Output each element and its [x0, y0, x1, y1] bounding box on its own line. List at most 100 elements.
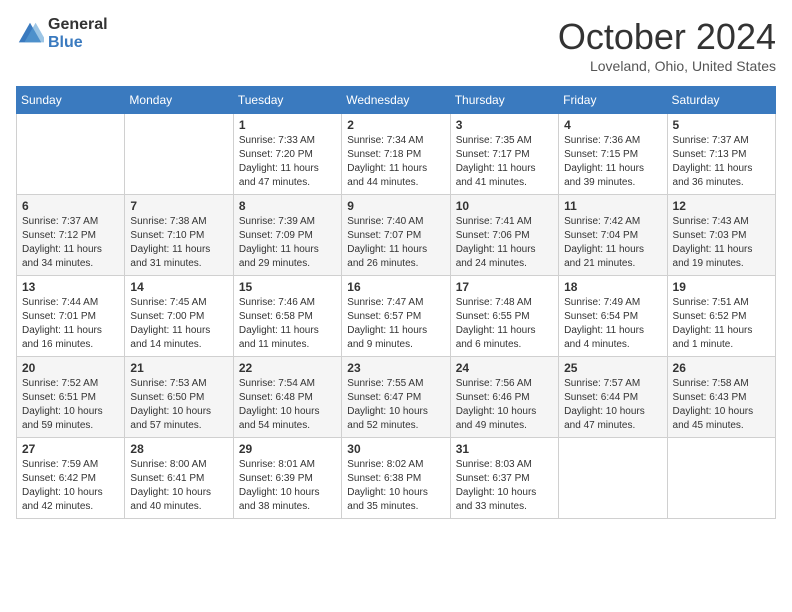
calendar-week-2: 6Sunrise: 7:37 AM Sunset: 7:12 PM Daylig…	[17, 195, 776, 276]
day-info: Sunrise: 7:37 AM Sunset: 7:12 PM Dayligh…	[22, 215, 119, 271]
day-info: Sunrise: 7:48 AM Sunset: 6:55 PM Dayligh…	[456, 296, 553, 352]
day-info: Sunrise: 8:02 AM Sunset: 6:38 PM Dayligh…	[347, 458, 444, 514]
calendar-cell: 16 Sunrise: 7:47 AM Sunset: 6:57 PM Dayli…	[342, 276, 450, 357]
day-info: Sunrise: 7:53 AM Sunset: 6:50 PM Dayligh…	[130, 377, 227, 433]
day-number: 30	[347, 442, 444, 456]
calendar-cell	[17, 114, 125, 195]
day-header-wednesday: Wednesday	[342, 87, 450, 114]
calendar-cell: 14Sunrise: 7:45 AM Sunset: 7:00 PM Dayli…	[125, 276, 233, 357]
calendar-week-5: 27Sunrise: 7:59 AM Sunset: 6:42 PM Dayli…	[17, 438, 776, 519]
calendar-cell: 31 Sunrise: 8:03 AM Sunset: 6:37 PM Dayli…	[450, 438, 558, 519]
calendar-cell: 13 Sunrise: 7:44 AM Sunset: 7:01 PM Dayli…	[17, 276, 125, 357]
day-info: Sunrise: 8:00 AM Sunset: 6:41 PM Dayligh…	[130, 458, 227, 514]
day-number: 19	[673, 280, 770, 294]
calendar-cell: 11Sunrise: 7:42 AM Sunset: 7:04 PM Dayli…	[559, 195, 667, 276]
day-info: Sunrise: 7:58 AM Sunset: 6:43 PM Dayligh…	[673, 377, 770, 433]
calendar-cell: 20Sunrise: 7:52 AM Sunset: 6:51 PM Dayli…	[17, 357, 125, 438]
day-number: 4	[564, 118, 661, 132]
day-number: 29	[239, 442, 336, 456]
logo-icon	[16, 20, 44, 48]
day-number: 7	[130, 199, 227, 213]
calendar-cell: 15 Sunrise: 7:46 AM Sunset: 6:58 PM Dayli…	[233, 276, 341, 357]
day-info: Sunrise: 7:59 AM Sunset: 6:42 PM Dayligh…	[22, 458, 119, 514]
day-info: Sunrise: 7:57 AM Sunset: 6:44 PM Dayligh…	[564, 377, 661, 433]
page-header: General Blue October 2024 Loveland, Ohio…	[16, 16, 776, 74]
day-number: 3	[456, 118, 553, 132]
calendar-week-1: 1 Sunrise: 7:33 AM Sunset: 7:20 PM Daylig…	[17, 114, 776, 195]
day-number: 10	[456, 199, 553, 213]
day-info: Sunrise: 7:49 AM Sunset: 6:54 PM Dayligh…	[564, 296, 661, 352]
day-number: 28	[130, 442, 227, 456]
day-number: 18	[564, 280, 661, 294]
calendar-cell: 27Sunrise: 7:59 AM Sunset: 6:42 PM Dayli…	[17, 438, 125, 519]
day-number: 25	[564, 361, 661, 375]
calendar-week-3: 13 Sunrise: 7:44 AM Sunset: 7:01 PM Dayli…	[17, 276, 776, 357]
day-number: 23	[347, 361, 444, 375]
calendar-cell: 30 Sunrise: 8:02 AM Sunset: 6:38 PM Dayli…	[342, 438, 450, 519]
day-number: 15	[239, 280, 336, 294]
calendar-cell: 4 Sunrise: 7:36 AM Sunset: 7:15 PM Daylig…	[559, 114, 667, 195]
calendar-cell: 8 Sunrise: 7:39 AM Sunset: 7:09 PM Daylig…	[233, 195, 341, 276]
day-info: Sunrise: 7:56 AM Sunset: 6:46 PM Dayligh…	[456, 377, 553, 433]
calendar-cell: 19 Sunrise: 7:51 AM Sunset: 6:52 PM Dayli…	[667, 276, 775, 357]
calendar-cell: 3 Sunrise: 7:35 AM Sunset: 7:17 PM Daylig…	[450, 114, 558, 195]
day-number: 16	[347, 280, 444, 294]
day-info: Sunrise: 7:55 AM Sunset: 6:47 PM Dayligh…	[347, 377, 444, 433]
logo-blue-text: Blue	[48, 34, 108, 52]
calendar-cell: 24 Sunrise: 7:56 AM Sunset: 6:46 PM Dayli…	[450, 357, 558, 438]
day-info: Sunrise: 7:33 AM Sunset: 7:20 PM Dayligh…	[239, 134, 336, 190]
calendar-cell: 28 Sunrise: 8:00 AM Sunset: 6:41 PM Dayli…	[125, 438, 233, 519]
calendar-cell: 1 Sunrise: 7:33 AM Sunset: 7:20 PM Daylig…	[233, 114, 341, 195]
day-info: Sunrise: 8:03 AM Sunset: 6:37 PM Dayligh…	[456, 458, 553, 514]
calendar-cell	[125, 114, 233, 195]
day-number: 8	[239, 199, 336, 213]
day-number: 2	[347, 118, 444, 132]
day-info: Sunrise: 7:34 AM Sunset: 7:18 PM Dayligh…	[347, 134, 444, 190]
day-number: 1	[239, 118, 336, 132]
calendar-cell: 7 Sunrise: 7:38 AM Sunset: 7:10 PM Daylig…	[125, 195, 233, 276]
calendar-cell: 22Sunrise: 7:54 AM Sunset: 6:48 PM Dayli…	[233, 357, 341, 438]
day-number: 14	[130, 280, 227, 294]
day-number: 5	[673, 118, 770, 132]
day-number: 17	[456, 280, 553, 294]
day-header-saturday: Saturday	[667, 87, 775, 114]
day-info: Sunrise: 7:36 AM Sunset: 7:15 PM Dayligh…	[564, 134, 661, 190]
day-number: 31	[456, 442, 553, 456]
day-info: Sunrise: 7:40 AM Sunset: 7:07 PM Dayligh…	[347, 215, 444, 271]
day-header-thursday: Thursday	[450, 87, 558, 114]
calendar-cell	[559, 438, 667, 519]
day-number: 9	[347, 199, 444, 213]
day-number: 22	[239, 361, 336, 375]
calendar-cell: 18 Sunrise: 7:49 AM Sunset: 6:54 PM Dayli…	[559, 276, 667, 357]
day-info: Sunrise: 7:47 AM Sunset: 6:57 PM Dayligh…	[347, 296, 444, 352]
calendar-cell: 2 Sunrise: 7:34 AM Sunset: 7:18 PM Daylig…	[342, 114, 450, 195]
calendar-week-4: 20Sunrise: 7:52 AM Sunset: 6:51 PM Dayli…	[17, 357, 776, 438]
title-block: October 2024 Loveland, Ohio, United Stat…	[558, 16, 776, 74]
day-info: Sunrise: 7:46 AM Sunset: 6:58 PM Dayligh…	[239, 296, 336, 352]
calendar-cell: 10 Sunrise: 7:41 AM Sunset: 7:06 PM Dayli…	[450, 195, 558, 276]
day-info: Sunrise: 8:01 AM Sunset: 6:39 PM Dayligh…	[239, 458, 336, 514]
calendar-cell: 12 Sunrise: 7:43 AM Sunset: 7:03 PM Dayli…	[667, 195, 775, 276]
calendar-cell: 17 Sunrise: 7:48 AM Sunset: 6:55 PM Dayli…	[450, 276, 558, 357]
day-header-monday: Monday	[125, 87, 233, 114]
day-number: 24	[456, 361, 553, 375]
day-header-tuesday: Tuesday	[233, 87, 341, 114]
day-header-friday: Friday	[559, 87, 667, 114]
calendar-cell	[667, 438, 775, 519]
calendar-cell: 21Sunrise: 7:53 AM Sunset: 6:50 PM Dayli…	[125, 357, 233, 438]
day-info: Sunrise: 7:42 AM Sunset: 7:04 PM Dayligh…	[564, 215, 661, 271]
calendar-cell: 9 Sunrise: 7:40 AM Sunset: 7:07 PM Daylig…	[342, 195, 450, 276]
day-info: Sunrise: 7:35 AM Sunset: 7:17 PM Dayligh…	[456, 134, 553, 190]
logo-general-text: General	[48, 16, 108, 34]
day-info: Sunrise: 7:39 AM Sunset: 7:09 PM Dayligh…	[239, 215, 336, 271]
day-info: Sunrise: 7:41 AM Sunset: 7:06 PM Dayligh…	[456, 215, 553, 271]
day-number: 26	[673, 361, 770, 375]
day-info: Sunrise: 7:52 AM Sunset: 6:51 PM Dayligh…	[22, 377, 119, 433]
day-info: Sunrise: 7:51 AM Sunset: 6:52 PM Dayligh…	[673, 296, 770, 352]
day-number: 12	[673, 199, 770, 213]
day-info: Sunrise: 7:38 AM Sunset: 7:10 PM Dayligh…	[130, 215, 227, 271]
calendar-cell: 25 Sunrise: 7:57 AM Sunset: 6:44 PM Dayli…	[559, 357, 667, 438]
day-number: 13	[22, 280, 119, 294]
day-info: Sunrise: 7:44 AM Sunset: 7:01 PM Dayligh…	[22, 296, 119, 352]
day-info: Sunrise: 7:43 AM Sunset: 7:03 PM Dayligh…	[673, 215, 770, 271]
